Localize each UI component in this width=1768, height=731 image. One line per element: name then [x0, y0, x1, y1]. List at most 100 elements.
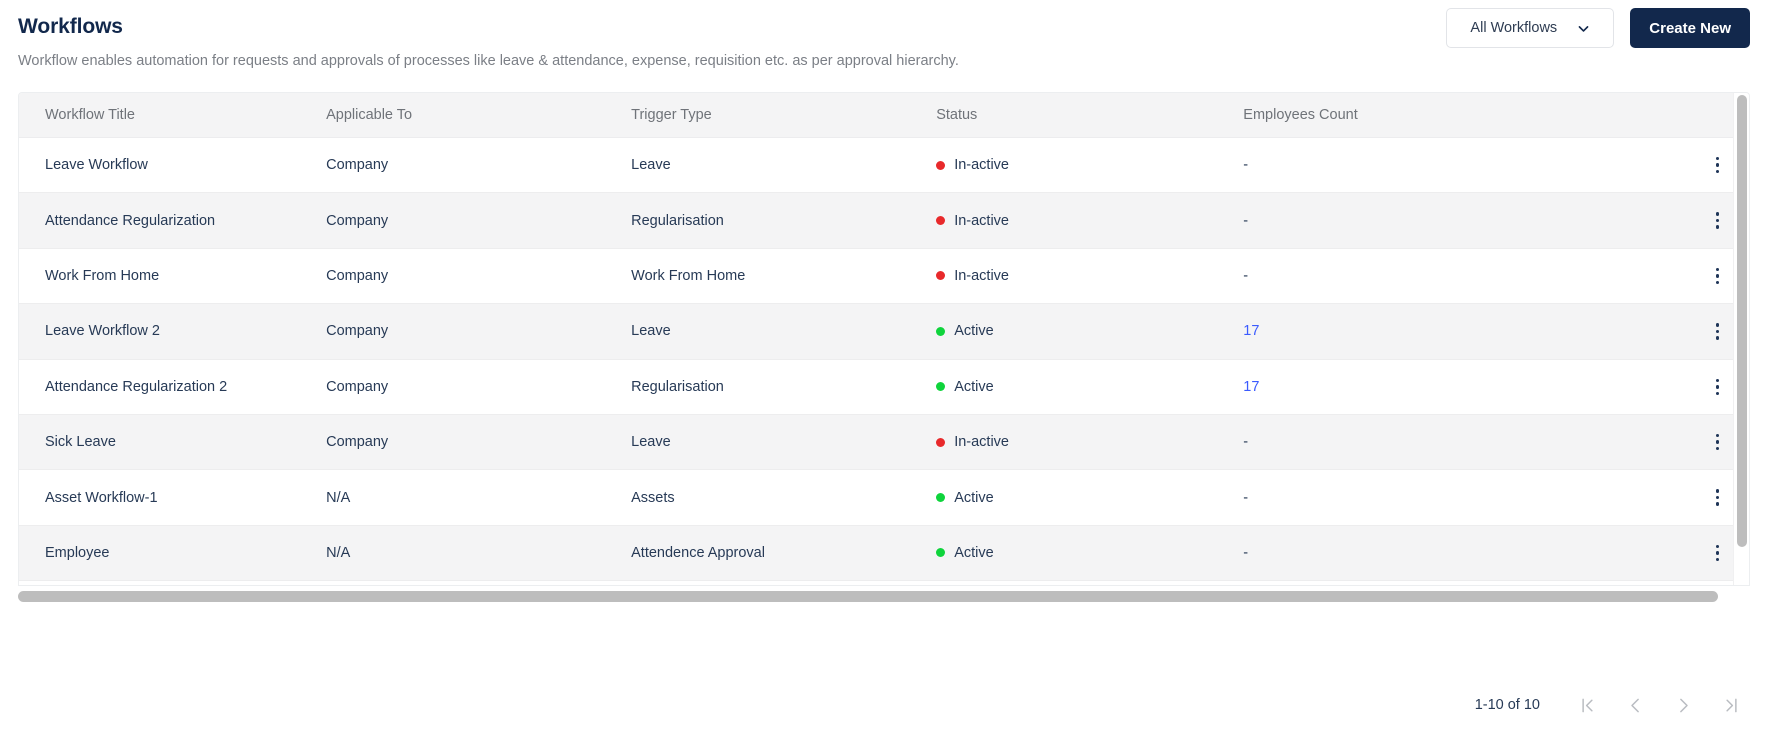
- row-menu-kebab-icon[interactable]: [1710, 430, 1726, 455]
- pagination-first-page-button[interactable]: [1568, 688, 1606, 722]
- cell-status: Active: [936, 469, 1244, 526]
- cell-workflow-title: Work From Home: [19, 248, 327, 305]
- chevron-right-icon: [1673, 695, 1694, 716]
- cell-row-actions: [1550, 137, 1749, 194]
- cell-employees-count: -: [1243, 137, 1551, 194]
- status-badge: Active: [936, 545, 1243, 561]
- status-badge: In-active: [936, 434, 1243, 450]
- cell-applicable-to: N/A: [326, 469, 632, 526]
- page-subtitle: Workflow enables automation for requests…: [18, 53, 959, 69]
- kebab-dot: [1715, 544, 1719, 549]
- kebab-dot: [1715, 323, 1719, 327]
- cell-row-actions: [1550, 303, 1749, 360]
- status-dot-inactive-icon: [936, 271, 946, 281]
- cell-employees-count: 17: [1243, 303, 1551, 360]
- workflows-table-card: Workflow Title Applicable To Trigger Typ…: [18, 92, 1750, 586]
- kebab-dot: [1715, 502, 1719, 506]
- table-row[interactable]: Attendance Regularization Company Regulari…: [19, 192, 1749, 249]
- row-menu-kebab-icon[interactable]: [1710, 153, 1726, 178]
- kebab-dot: [1715, 378, 1719, 382]
- cell-applicable-to: Company: [326, 192, 632, 249]
- employees-count-link[interactable]: 17: [1243, 323, 1259, 339]
- status-dot-active-icon: [936, 326, 946, 336]
- pagination-prev-page-button[interactable]: [1616, 688, 1654, 722]
- table-row[interactable]: Employee N/A Attendence Approval Active -: [19, 525, 1749, 582]
- cell-status: In-active: [936, 248, 1244, 305]
- header-actions: All Workflows Create New: [1446, 8, 1750, 48]
- workflow-filter-select[interactable]: All Workflows: [1446, 8, 1615, 48]
- cell-employees-count: -: [1243, 525, 1551, 582]
- status-dot-inactive-icon: [936, 437, 946, 447]
- cell-applicable-to: Company: [326, 359, 632, 415]
- chevron-down-icon: [1577, 22, 1590, 35]
- status-dot-inactive-icon: [936, 216, 946, 226]
- column-header-applicable-to: Applicable To: [326, 93, 632, 138]
- kebab-dot: [1715, 267, 1719, 272]
- kebab-dot: [1715, 336, 1719, 340]
- cell-applicable-to: N/A: [326, 525, 632, 582]
- employees-count-link[interactable]: 17: [1243, 379, 1259, 395]
- kebab-dot: [1715, 329, 1719, 334]
- column-header-actions: [1550, 93, 1749, 138]
- table-row[interactable]: Leave Workflow 2 Company Leave Active 17: [19, 303, 1749, 360]
- table-vertical-scrollbar[interactable]: [1733, 93, 1749, 585]
- kebab-dot: [1715, 156, 1719, 161]
- kebab-dot: [1715, 212, 1719, 216]
- kebab-dot: [1715, 391, 1719, 395]
- row-menu-kebab-icon[interactable]: [1710, 485, 1726, 510]
- row-menu-kebab-icon[interactable]: [1710, 208, 1726, 233]
- cell-applicable-to: Company: [326, 248, 632, 305]
- kebab-dot: [1715, 163, 1719, 167]
- cell-row-actions: [1550, 414, 1749, 471]
- cell-status: In-active: [936, 192, 1244, 249]
- pagination-next-page-button[interactable]: [1664, 688, 1702, 722]
- pagination-last-page-button[interactable]: [1712, 688, 1750, 722]
- cell-trigger-type: Leave: [631, 137, 937, 194]
- table-row[interactable]: Work From Home Company Work From Home In-ac…: [19, 248, 1749, 305]
- row-menu-kebab-icon[interactable]: [1710, 375, 1726, 400]
- status-dot-active-icon: [936, 548, 946, 558]
- status-label: Active: [954, 544, 994, 561]
- cell-workflow-title: Leave Workflow: [19, 137, 327, 194]
- row-menu-kebab-icon[interactable]: [1710, 264, 1726, 289]
- cell-status: Active: [936, 525, 1244, 582]
- employees-count-value: -: [1243, 544, 1249, 561]
- table-horizontal-scrollbar[interactable]: [18, 590, 1750, 603]
- cell-trigger-type: Attendence Approval: [631, 525, 937, 582]
- column-header-trigger-type: Trigger Type: [631, 93, 937, 138]
- create-new-button[interactable]: Create New: [1630, 8, 1750, 48]
- pagination: 1-10 of 10: [1475, 688, 1750, 722]
- row-menu-kebab-icon[interactable]: [1710, 319, 1726, 344]
- column-header-employees-count: Employees Count: [1243, 93, 1551, 138]
- kebab-dot: [1715, 225, 1719, 229]
- row-menu-kebab-icon[interactable]: [1710, 541, 1726, 566]
- employees-count-value: -: [1243, 157, 1249, 174]
- status-badge: In-active: [936, 213, 1243, 229]
- kebab-dot: [1715, 433, 1719, 438]
- cell-workflow-title: Attendance Regularization 2: [19, 359, 327, 415]
- cell-status: Active: [936, 359, 1244, 415]
- table-vertical-scrollbar-thumb[interactable]: [1737, 95, 1747, 547]
- table-row[interactable]: Asset Workflow-1 N/A Assets Active -: [19, 469, 1749, 526]
- status-label: Active: [954, 489, 994, 506]
- cell-row-actions: [1550, 359, 1749, 415]
- table-row[interactable]: Sick Leave Company Leave In-active -: [19, 414, 1749, 471]
- column-header-workflow-title: Workflow Title: [19, 93, 327, 138]
- employees-count-value: -: [1243, 267, 1249, 284]
- status-badge: In-active: [936, 157, 1243, 173]
- cell-row-actions: [1550, 469, 1749, 526]
- kebab-dot: [1715, 557, 1719, 562]
- table-header-row: Workflow Title Applicable To Trigger Typ…: [19, 93, 1749, 138]
- table-row[interactable]: Attendance Regularization 2 Company Regula…: [19, 359, 1749, 415]
- chevron-left-icon: [1625, 695, 1646, 716]
- cell-workflow-title: Leave Workflow 2: [19, 303, 327, 360]
- first-page-icon: [1577, 695, 1598, 716]
- cell-workflow-title: Asset Workflow-1: [19, 469, 327, 526]
- status-label: In-active: [954, 434, 1009, 451]
- kebab-dot: [1715, 169, 1719, 174]
- cell-trigger-type: Regularisation: [631, 192, 937, 249]
- table-row[interactable]: Leave Workflow Company Leave In-active -: [19, 137, 1749, 194]
- employees-count-value: -: [1243, 489, 1249, 506]
- kebab-dot: [1715, 551, 1719, 555]
- table-horizontal-scrollbar-thumb[interactable]: [18, 591, 1718, 602]
